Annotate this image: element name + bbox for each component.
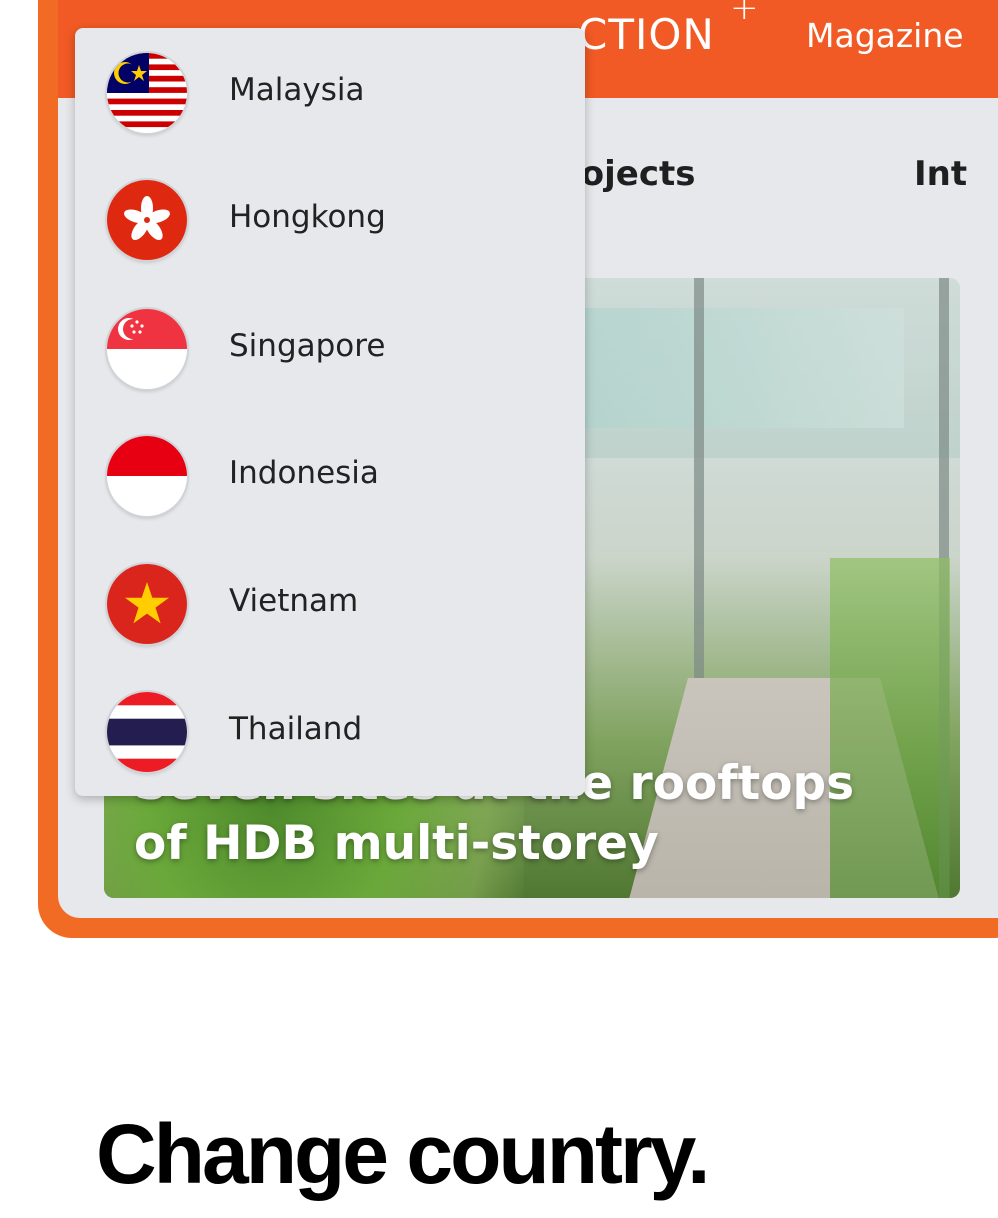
country-dropdown-menu: Malaysia Hongkong Singapore Indonesia Vi…	[75, 28, 585, 796]
country-option-indonesia[interactable]: Indonesia	[75, 421, 585, 531]
site-logo[interactable]: CTION	[578, 10, 715, 59]
country-label: Malaysia	[229, 72, 365, 108]
country-option-malaysia[interactable]: Malaysia	[75, 38, 585, 148]
vietnam-flag-icon	[107, 564, 187, 644]
country-option-thailand[interactable]: Thailand	[75, 677, 585, 787]
country-option-vietnam[interactable]: Vietnam	[75, 549, 585, 659]
country-label: Singapore	[229, 328, 386, 364]
singapore-flag-icon	[107, 309, 187, 389]
article-title-line-2: of HDB multi-storey	[134, 816, 659, 871]
thailand-flag-icon	[107, 692, 187, 772]
indonesia-flag-icon	[107, 436, 187, 516]
country-option-singapore[interactable]: Singapore	[75, 294, 585, 404]
tab-int[interactable]: Int	[914, 154, 967, 194]
country-label: Indonesia	[229, 455, 379, 491]
caption-headline: Change country.	[96, 1107, 710, 1201]
nav-link-magazine[interactable]: Magazine	[806, 16, 964, 55]
logo-plus-mark: +	[730, 0, 759, 28]
country-option-hongkong[interactable]: Hongkong	[75, 165, 585, 275]
country-label: Hongkong	[229, 199, 386, 235]
country-label: Thailand	[229, 711, 363, 747]
country-label: Vietnam	[229, 583, 359, 619]
hongkong-flag-icon	[107, 180, 187, 260]
malaysia-flag-icon	[107, 53, 187, 133]
